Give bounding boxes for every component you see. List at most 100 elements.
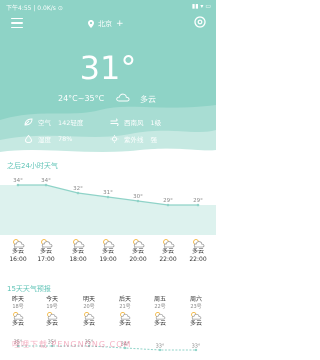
temperature-range: 24°C~35°C: [58, 94, 105, 103]
location-pin-icon: [88, 20, 94, 28]
hourly-point: [106, 195, 110, 199]
daily-date: 21号: [119, 304, 131, 310]
hourly-condition: 多云: [39, 248, 52, 255]
daily-condition: 多云: [82, 320, 95, 327]
daily-date: 20号: [83, 304, 95, 310]
add-city-button[interactable]: +: [116, 19, 124, 29]
hourly-point: [16, 183, 20, 187]
humidity-value: 78%: [58, 135, 73, 143]
hourly-time: 18:00: [69, 256, 87, 263]
cloudy-icon: [40, 239, 52, 248]
cloudy-icon: [192, 239, 204, 248]
hourly-condition: 多云: [191, 248, 204, 255]
hourly-time: 19:00: [99, 256, 117, 263]
hourly-time: 20:00: [129, 256, 147, 263]
hourly-item: 多云 17:00: [33, 238, 59, 264]
daily-day: 后天: [118, 296, 131, 303]
cloudy-icon: [12, 239, 24, 248]
cloudy-icon: [132, 239, 144, 248]
hourly-temp-label: 34°: [41, 178, 51, 184]
location-name: 北京: [98, 20, 112, 28]
hourly-point: [166, 203, 170, 207]
hourly-item: 多云 19:00: [95, 238, 121, 264]
hourly-item: 多云 22:00: [185, 238, 211, 264]
daily-item[interactable]: 后天 21号多云: [112, 296, 138, 328]
wind-value: 1级: [150, 119, 162, 127]
leaf-icon: [24, 118, 33, 126]
daily-date: 19号: [46, 304, 58, 310]
daily-date: 23号: [190, 304, 202, 310]
humidity-label: 湿度: [38, 136, 51, 144]
uv-value: 强: [150, 136, 158, 144]
uv-icon: [110, 135, 119, 143]
hourly-time: 22:00: [159, 256, 177, 263]
hourly-condition: 多云: [101, 248, 114, 255]
hourly-item: 多云 20:00: [125, 238, 151, 264]
hourly-time: 16:00: [9, 256, 27, 263]
daily-condition: 多云: [153, 320, 166, 327]
daily-condition: 多云: [45, 320, 58, 327]
current-condition: 多云: [140, 95, 156, 104]
hourly-item: 多云 22:00: [155, 238, 181, 264]
cloudy-icon: [84, 312, 95, 320]
daily-item[interactable]: 周五 22号多云: [147, 296, 173, 328]
cloudy-icon: [155, 312, 166, 320]
daily-condition: 多云: [11, 320, 24, 327]
hourly-temp-label: 32°: [73, 186, 83, 192]
daily-day: 明天: [82, 296, 95, 303]
daily-temp-label: 33°: [192, 344, 201, 350]
hourly-time: 22:00: [189, 256, 207, 263]
cloudy-icon: [120, 312, 131, 320]
wind-label: 西南风: [124, 119, 144, 127]
daily-day: 今天: [45, 296, 58, 303]
watermark: 哩哩下载 PENGNONG.COM: [12, 340, 132, 349]
wind-icon: [110, 118, 119, 126]
hourly-temp-label: 29°: [193, 198, 203, 204]
hourly-condition: 多云: [71, 248, 84, 255]
hourly-time: 17:00: [37, 256, 55, 263]
settings-icon[interactable]: [193, 15, 207, 29]
hourly-temp-label: 30°: [133, 194, 143, 200]
hourly-temp-label: 34°: [13, 178, 23, 184]
location-selector[interactable]: 北京 +: [88, 19, 124, 29]
uv-info: 紫外线 强: [110, 134, 157, 144]
humidity-icon: [25, 135, 32, 143]
cloudy-icon: [47, 312, 58, 320]
hourly-temp-label: 31°: [103, 190, 113, 196]
cloudy-icon: [191, 312, 202, 320]
daily-temp-label: 33°: [156, 344, 165, 350]
air-quality: 空气 142轻度: [24, 117, 83, 127]
hourly-point: [196, 203, 200, 207]
hourly-condition: 多云: [131, 248, 144, 255]
daily-date: 22号: [154, 304, 166, 310]
weather-hero: 下午4:55 | 0.0K/s ⊙ ▮▮ ▾ ▭ 北京 + 31° 24°C~3…: [0, 0, 216, 160]
daily-item[interactable]: 周六 23号多云: [183, 296, 209, 328]
daily-item[interactable]: 今天 19号多云: [39, 296, 65, 328]
air-value: 142轻度: [58, 119, 84, 127]
menu-icon[interactable]: [11, 18, 23, 29]
hourly-condition: 多云: [11, 248, 24, 255]
daily-title: 15天天气预报: [7, 285, 51, 293]
daily-condition: 多云: [118, 320, 131, 327]
daily-item[interactable]: 昨天 18号 多云: [5, 296, 31, 328]
daily-day: 周五: [153, 296, 166, 303]
cloudy-icon: [13, 312, 24, 320]
hourly-point: [44, 183, 48, 187]
cloudy-icon: [116, 93, 130, 102]
hourly-temp-chart: 34° 34° 32° 31° 30° 29° 29°: [0, 178, 216, 235]
daily-day: 昨天: [11, 296, 24, 303]
hourly-point: [136, 199, 140, 203]
hourly-point: [76, 191, 80, 195]
hourly-condition: 多云: [161, 248, 174, 255]
cloudy-icon: [162, 239, 174, 248]
daily-condition: 多云: [189, 320, 202, 327]
current-temperature: 31°: [79, 49, 137, 87]
air-label: 空气: [38, 119, 51, 127]
status-bar-signal: ▮▮ ▾ ▭: [191, 3, 211, 10]
daily-item[interactable]: 明天 20号多云: [76, 296, 102, 328]
cloudy-icon: [72, 239, 84, 248]
hourly-title: 之后24小时天气: [7, 162, 58, 170]
hourly-temp-label: 29°: [163, 198, 173, 204]
daily-day: 周六: [189, 296, 202, 303]
uv-label: 紫外线: [124, 136, 144, 144]
